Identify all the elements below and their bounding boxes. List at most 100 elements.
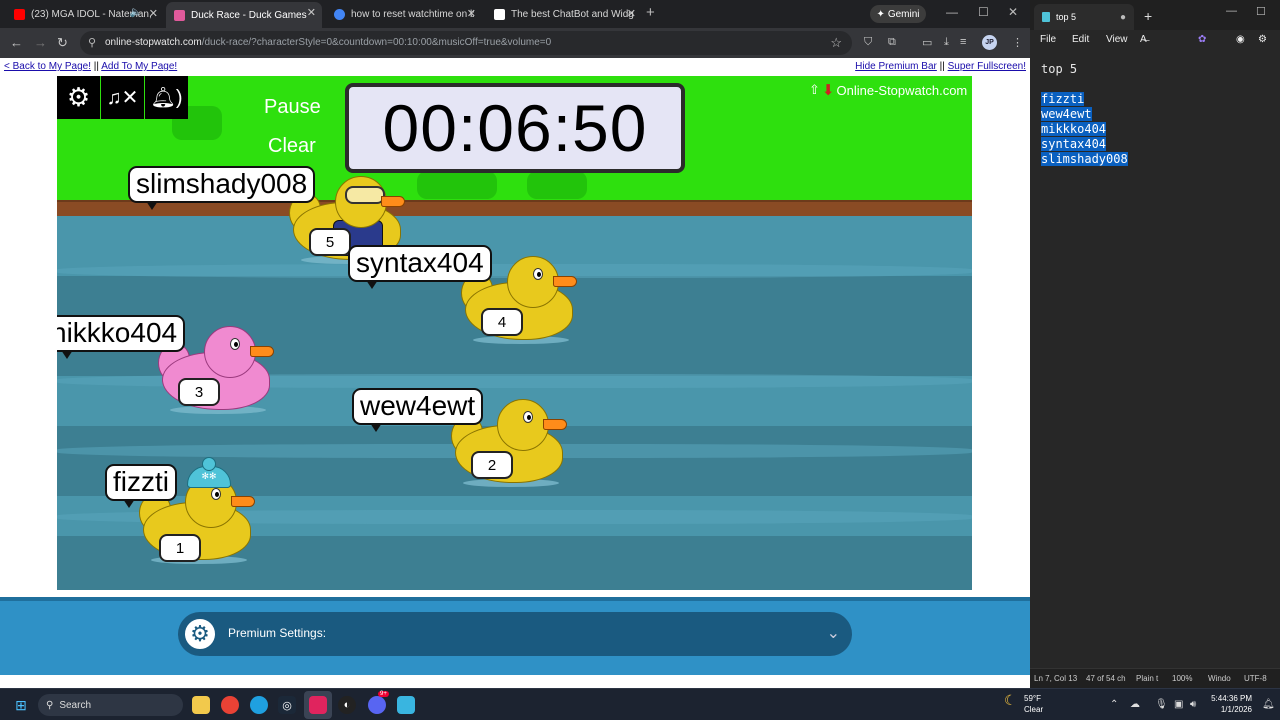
notification-bell-icon[interactable]: 🔔︎: [1262, 699, 1275, 710]
close-tab-icon[interactable]: ✕: [149, 7, 158, 20]
download-icon[interactable]: ⤓: [944, 36, 949, 49]
close-tab-icon[interactable]: ✕: [307, 6, 316, 19]
notepad-window: top 5 ● + — ☐ File Edit View A̶ ✿ ◉ ⚙ to…: [1030, 0, 1280, 688]
menu-file[interactable]: File: [1040, 34, 1056, 45]
unsaved-dot-icon[interactable]: ●: [1120, 12, 1126, 23]
kebab-menu-icon[interactable]: ⋮: [1012, 36, 1023, 49]
chevron-down-icon[interactable]: ⌄: [827, 623, 840, 643]
site-info-icon[interactable]: ⚲: [88, 36, 96, 49]
minimize-icon[interactable]: —: [1226, 5, 1237, 17]
duck-race-icon: [174, 9, 185, 21]
steam-icon[interactable]: ◎: [278, 696, 296, 714]
media-controls-icon[interactable]: ≡: [960, 36, 966, 48]
youtube-icon: [14, 8, 25, 20]
system-clock[interactable]: 5:44:36 PM 1/1/2026: [1208, 693, 1252, 715]
weather-widget[interactable]: ☾ 59°F Clear: [1004, 693, 1043, 715]
down-arrow-icon: ⬇: [821, 82, 835, 99]
speaker-muted-icon[interactable]: 🔈: [130, 7, 142, 18]
taskbar: ⊞ ⚲ Search ◎ ◐ 9+ ☾ 59°F Clear ⌃ ☁ 🎙︎ ▣ …: [0, 688, 1280, 720]
notepad-menubar: File Edit View A̶ ✿ ◉ ⚙: [1030, 30, 1280, 50]
text-line: mikkko404: [1041, 122, 1107, 136]
chevron-up-icon[interactable]: ⌃: [1110, 699, 1118, 710]
duck-race-game[interactable]: ⚙ ♫✕ 🔔︎) Pause Clear 00:06:50 ⇧ ⬇ Online-…: [57, 76, 972, 590]
account-icon[interactable]: ◉: [1236, 34, 1245, 45]
settings-gear-icon[interactable]: ⚙: [1258, 34, 1267, 45]
online-stopwatch-logo[interactable]: ⇧ ⬇ Online-Stopwatch.com: [809, 81, 967, 99]
close-window-icon[interactable]: ✕: [1008, 5, 1018, 19]
name-bubble: syntax404: [348, 245, 492, 289]
line-ending: Windo: [1208, 674, 1231, 683]
notepad-app-icon[interactable]: [397, 696, 415, 714]
zoom-level: 100%: [1172, 674, 1193, 683]
shield-extension-icon[interactable]: ⛉: [864, 36, 872, 49]
taskbar-search[interactable]: ⚲ Search: [38, 694, 183, 716]
tab-chatbot[interactable]: The best ChatBot and Widgets ✕: [486, 3, 642, 25]
glasses: [345, 186, 385, 204]
premium-settings-toggle[interactable]: ⚙ Premium Settings: ⌄: [178, 612, 852, 656]
file-explorer-icon[interactable]: [192, 696, 210, 714]
cloud-icon[interactable]: ☁: [1130, 699, 1140, 710]
streaming-app-icon[interactable]: [309, 696, 327, 714]
music-off-icon[interactable]: ♫✕: [101, 76, 144, 119]
close-tab-icon[interactable]: ✕: [467, 7, 476, 20]
edge-icon[interactable]: [250, 696, 268, 714]
profile-avatar[interactable]: JP: [982, 35, 997, 50]
notification-badge: 9+: [378, 691, 389, 697]
notepad-tab[interactable]: top 5 ●: [1034, 4, 1134, 30]
notepad-tab-strip: top 5 ● + — ☐: [1030, 0, 1280, 30]
clear-button[interactable]: Clear: [268, 135, 316, 158]
windows-start-icon[interactable]: ⊞: [12, 696, 30, 714]
close-tab-icon[interactable]: ✕: [627, 7, 636, 20]
gemini-button[interactable]: ✦ Gemini: [870, 5, 926, 23]
snowflake-beanie-icon: ✻✻: [187, 457, 231, 488]
text-line: top 5: [1041, 62, 1078, 76]
google-icon: [334, 8, 345, 20]
hide-premium-bar-link[interactable]: Hide Premium Bar: [855, 61, 937, 72]
name-bubble: nikkko404: [57, 315, 186, 359]
settings-gear-icon[interactable]: ⚙: [57, 76, 100, 119]
premium-gear-icon: ⚙: [182, 616, 218, 652]
notepad-editor[interactable]: top 5 fizzti wew4ewt mikkko404 syntax404…: [1030, 52, 1280, 666]
bookmark-star-icon[interactable]: ☆: [830, 35, 842, 51]
cast-icon[interactable]: ▭: [922, 36, 932, 49]
forward-arrow-icon[interactable]: →: [34, 35, 47, 50]
tab-youtube[interactable]: (23) MGA IDOL - Nateman, 🔈 ✕: [6, 3, 164, 25]
document-icon: [1042, 12, 1050, 22]
chrome-icon[interactable]: [221, 696, 239, 714]
discord-icon[interactable]: 9+: [368, 691, 389, 714]
name-bubble: fizzti: [105, 464, 177, 508]
tab-duck-race[interactable]: Duck Race - Duck Games ✕: [166, 2, 322, 28]
microphone-icon[interactable]: 🎙︎: [1155, 699, 1168, 710]
address-bar[interactable]: ⚲ online-stopwatch.com/duck-race/?charac…: [80, 31, 852, 55]
new-tab-button[interactable]: +: [646, 4, 655, 21]
back-to-my-page-link[interactable]: < Back to My Page!: [4, 61, 91, 72]
minimize-icon[interactable]: —: [946, 5, 958, 19]
puzzle-extensions-icon[interactable]: ⧉: [888, 36, 896, 49]
duck-number: 4: [481, 308, 523, 336]
desktop: (23) MGA IDOL - Nateman, 🔈 ✕ Duck Race -…: [0, 0, 1280, 720]
duck-number: 5: [309, 228, 351, 256]
new-tab-button[interactable]: +: [1144, 8, 1152, 24]
volume-icon[interactable]: 🔊︎: [1190, 699, 1196, 710]
bell-volume-icon[interactable]: 🔔︎): [145, 76, 188, 119]
add-to-my-page-link[interactable]: Add To My Page!: [101, 61, 177, 72]
maximize-icon[interactable]: ☐: [1256, 5, 1266, 18]
menu-view[interactable]: View: [1106, 34, 1128, 45]
tab-google-search[interactable]: how to reset watchtime on bot ✕: [326, 3, 482, 25]
obs-icon[interactable]: ◐: [338, 696, 356, 714]
network-icon[interactable]: ▣: [1174, 699, 1183, 710]
copilot-icon[interactable]: ✿: [1198, 34, 1206, 45]
menu-edit[interactable]: Edit: [1072, 34, 1089, 45]
maximize-icon[interactable]: ☐: [978, 5, 989, 19]
pause-button[interactable]: Pause: [264, 96, 321, 119]
text-line: syntax404: [1041, 137, 1107, 151]
moon-weather-icon: ☾: [1004, 692, 1017, 708]
back-arrow-icon[interactable]: ←: [10, 35, 23, 50]
duck-number: 1: [159, 534, 201, 562]
text-line: fizzti: [1041, 92, 1085, 106]
text-format-icon[interactable]: A̶: [1140, 34, 1147, 45]
url-text: online-stopwatch.com/duck-race/?characte…: [105, 37, 552, 48]
super-fullscreen-link[interactable]: Super Fullscreen!: [948, 61, 1026, 72]
reload-icon[interactable]: ↻: [57, 35, 68, 51]
browser-window: (23) MGA IDOL - Nateman, 🔈 ✕ Duck Race -…: [0, 0, 1030, 688]
